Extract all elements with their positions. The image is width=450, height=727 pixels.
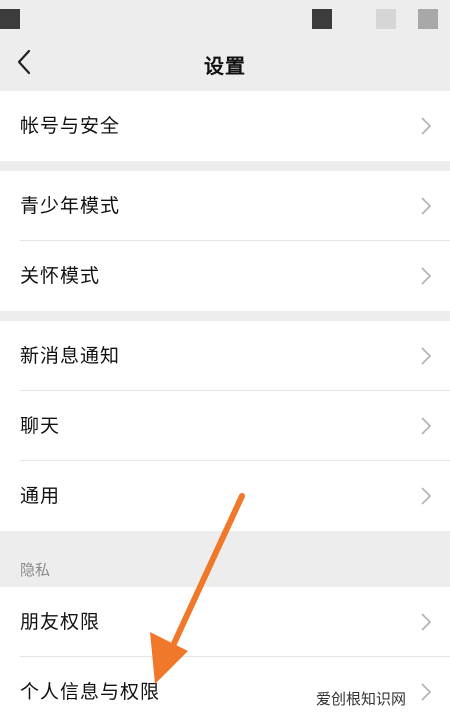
status-icon (376, 9, 396, 29)
row-label: 个人信息与权限 (20, 681, 161, 703)
row-label: 关怀模式 (20, 265, 101, 287)
row-account-security[interactable]: 帐号与安全 (0, 91, 450, 161)
row-care-mode[interactable]: 关怀模式 (0, 241, 450, 311)
settings-group-account: 帐号与安全 (0, 91, 450, 161)
row-chat[interactable]: 聊天 (0, 391, 450, 461)
row-label: 朋友权限 (20, 611, 101, 633)
page-title: 设置 (204, 54, 246, 78)
chevron-right-icon (421, 267, 432, 285)
status-icon (312, 9, 332, 29)
row-general[interactable]: 通用 (0, 461, 450, 531)
status-icon (0, 9, 20, 29)
status-icon (418, 9, 438, 29)
section-title: 隐私 (20, 561, 51, 579)
row-label: 聊天 (20, 415, 61, 437)
row-label: 青少年模式 (20, 195, 121, 217)
chevron-right-icon (421, 417, 432, 435)
settings-group-modes: 青少年模式 关怀模式 (0, 171, 450, 311)
row-friend-permissions[interactable]: 朋友权限 (0, 587, 450, 657)
row-teen-mode[interactable]: 青少年模式 (0, 171, 450, 241)
chevron-right-icon (421, 487, 432, 505)
chevron-right-icon (421, 347, 432, 365)
watermark: 爱创根知识网 (316, 690, 407, 708)
status-bar (0, 0, 450, 36)
row-label: 帐号与安全 (20, 115, 121, 137)
chevron-right-icon (421, 613, 432, 631)
section-header-privacy: 隐私 (0, 549, 450, 587)
row-label: 通用 (20, 485, 61, 507)
row-notifications[interactable]: 新消息通知 (0, 321, 450, 391)
row-label: 新消息通知 (20, 345, 121, 367)
chevron-right-icon (421, 197, 432, 215)
chevron-right-icon (421, 117, 432, 135)
chevron-right-icon (421, 683, 432, 701)
nav-header: 设置 (0, 36, 450, 90)
settings-group-general: 新消息通知 聊天 通用 (0, 321, 450, 531)
